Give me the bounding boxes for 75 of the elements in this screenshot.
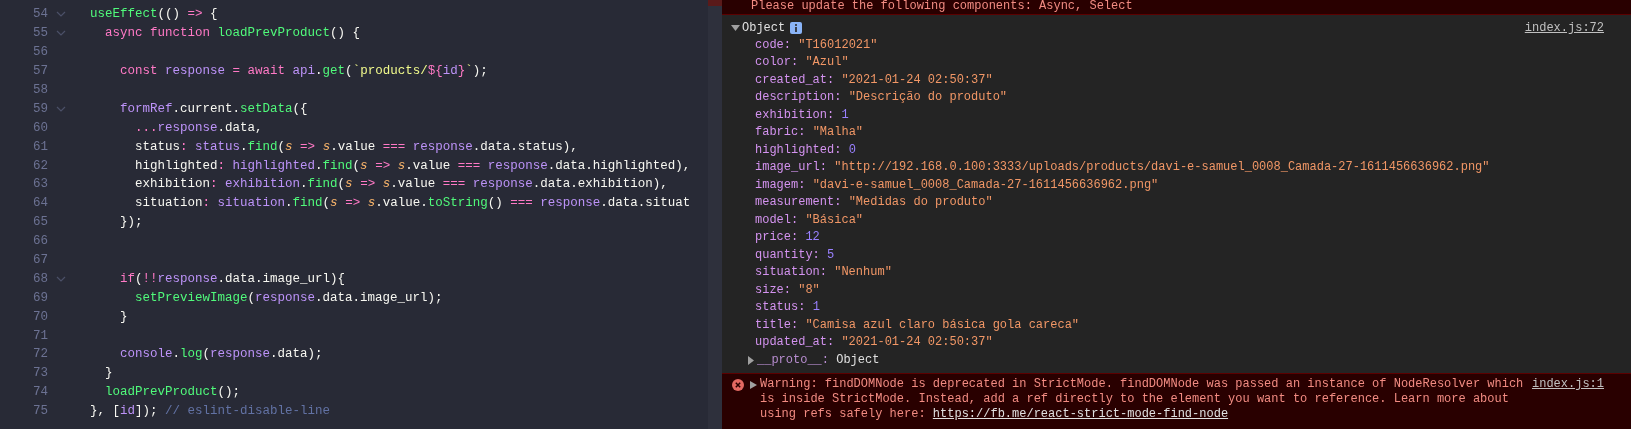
line-number: 59 [32, 101, 48, 116]
code-line: useEffect(() => { [90, 7, 218, 22]
code-line: exhibition: exhibition.find(s => s.value === response.data.exhibition), [134, 177, 668, 192]
warning-message: Warning: findDOMNode is deprecated in StrictMode. findDOMNode was passed an instance of NodeResolver which is inside StrictMode. Instead, add a ref directly to the element you want to reference. Learn more about using refs safely here: https://fb.me/react-strict-mode-find-node [760, 377, 1524, 422]
line-number: 67 [32, 253, 48, 267]
info-icon [790, 21, 803, 34]
code-line: formRef.current.setData({ [119, 101, 308, 116]
fold-chevron-icon[interactable] [56, 30, 66, 37]
code-line: } [119, 309, 128, 324]
code-line: setPreviewImage(response.data.image_url); [134, 290, 443, 305]
line-number: 74 [32, 385, 48, 400]
line-number: 56 [32, 45, 48, 60]
object-property: updated_at: "2021-01-24 02:50:37" [754, 334, 993, 351]
object-property: price: 12 [754, 229, 820, 246]
line-number: 75 [32, 404, 48, 419]
fold-chevron-icon[interactable] [56, 105, 66, 112]
line-number: 61 [32, 139, 48, 154]
error-message: Please update the following components: Async, Select [722, 0, 1631, 15]
line-number: 73 [32, 366, 48, 381]
object-label[interactable]: Object [742, 20, 786, 35]
object-property: color: "Azul" [754, 54, 849, 71]
line-number: 66 [32, 234, 48, 249]
object-property: quantity: 5 [754, 246, 835, 264]
object-property: description: "Descrição do produto" [754, 89, 1008, 106]
object-property: fabric: "Malha" [754, 124, 864, 141]
object-property: code: "T16012021" [754, 36, 878, 54]
code-line: loadPrevProduct(); [104, 385, 241, 400]
code-line: console.log(response.data); [119, 347, 323, 362]
object-property: situation: "Nenhum" [754, 264, 892, 281]
code-line: ...response.data, [134, 120, 263, 135]
object-property: size: "8" [754, 281, 820, 299]
object-property: created_at: "2021-01-24 02:50:37" [754, 71, 993, 89]
code-line: }); [119, 215, 143, 230]
code-line: highlighted: highlighted.find(s => s.value === response.data.highlighted), [134, 158, 691, 173]
code-line: }, [id]); // eslint-disable-line [90, 404, 331, 419]
expand-triangle-icon[interactable] [731, 23, 740, 33]
line-number: 65 [32, 215, 48, 230]
expand-triangle-icon[interactable] [750, 381, 757, 389]
code-line: situation: situation.find(s => s.value.toString() === response.data.situat [134, 196, 691, 211]
line-number: 54 [32, 7, 48, 22]
line-number: 57 [32, 64, 48, 79]
fold-chevron-icon[interactable] [56, 275, 66, 282]
code-line: status: status.find(s => s.value === response.data.status), [134, 139, 578, 154]
fold-chevron-icon[interactable] [56, 11, 66, 18]
code-line: async function loadPrevProduct() { [104, 26, 361, 41]
source-link[interactable]: index.js:1 [1532, 377, 1604, 392]
line-number: 55 [32, 26, 48, 41]
line-number: 64 [32, 196, 48, 211]
object-property: image_url: "http://192.168.0.100:3333/uploads/products/davi-e-samuel_0008_Camada-27-1611456636962.png" [754, 159, 1490, 176]
line-number: 72 [32, 347, 48, 362]
error-icon [732, 379, 744, 391]
source-link[interactable]: index.js:72 [1524, 20, 1604, 35]
code-line: if(!!response.data.image_url){ [119, 271, 346, 286]
object-property: highlighted: 0 [754, 141, 856, 159]
line-number: 69 [32, 290, 48, 305]
scrollbar[interactable] [708, 6, 722, 429]
code-line: const response = await api.get(`products/${id}`); [119, 64, 488, 79]
expand-triangle-icon[interactable] [746, 355, 755, 365]
object-property: measurement: "Medidas do produto" [754, 194, 993, 211]
object-property: title: "Camisa azul claro básica gola careca" [754, 316, 1080, 334]
error-marker [708, 0, 722, 6]
line-number: 58 [32, 83, 48, 97]
line-number: 60 [32, 120, 48, 135]
line-number: 71 [32, 328, 48, 343]
object-property: exhibition: 1 [754, 106, 849, 124]
line-number: 63 [32, 177, 48, 192]
object-property: imagem: "davi-e-samuel_0008_Camada-27-1611456636962.png" [754, 176, 1159, 194]
object-property: status: 1 [754, 299, 820, 316]
line-number: 62 [32, 158, 48, 173]
link[interactable]: https://fb.me/react-strict-mode-find-node [932, 407, 1229, 421]
line-number: 70 [32, 309, 48, 324]
object-property: model: "Básica" [754, 211, 864, 229]
line-number: 68 [32, 271, 48, 286]
object-property[interactable]: __proto__: Object [757, 353, 880, 368]
code-line: } [104, 366, 113, 381]
